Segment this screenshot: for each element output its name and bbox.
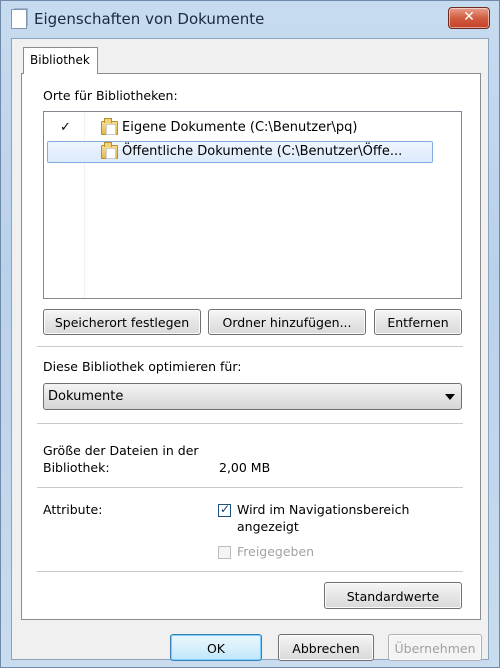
apply-button[interactable]: Übernehmen bbox=[388, 634, 482, 661]
add-folder-button[interactable]: Ordner hinzufügen... bbox=[208, 309, 366, 335]
divider bbox=[37, 487, 463, 489]
folder-icon bbox=[101, 142, 118, 159]
button-label: Übernehmen bbox=[394, 641, 476, 656]
list-item[interactable]: ✓ Eigene Dokumente (C:\Benutzer\pq) bbox=[47, 117, 433, 139]
chevron-down-icon bbox=[445, 394, 455, 400]
show-in-navigation-checkbox[interactable]: ✓ bbox=[218, 502, 231, 517]
optimize-label: Diese Bibliothek optimieren für: bbox=[43, 359, 242, 374]
button-label: Standardwerte bbox=[346, 589, 440, 604]
library-locations-label: Orte für Bibliotheken: bbox=[43, 88, 178, 103]
folder-icon bbox=[101, 118, 118, 135]
restore-defaults-button[interactable]: Standardwerte bbox=[324, 582, 462, 609]
optimize-for-dropdown[interactable]: Dokumente bbox=[43, 383, 462, 410]
dropdown-selected-value: Dokumente bbox=[48, 389, 124, 404]
tab-label: Bibliothek bbox=[30, 53, 90, 67]
shared-checkbox[interactable] bbox=[218, 546, 231, 559]
close-button[interactable]: ✕ bbox=[448, 7, 490, 29]
show-in-navigation-label-line1: Wird im Navigationsbereich bbox=[237, 502, 410, 517]
file-size-label-line2: Bibliothek: bbox=[43, 460, 110, 475]
cancel-button[interactable]: Abbrechen bbox=[278, 634, 374, 661]
button-label: Speicherort festlegen bbox=[54, 315, 190, 330]
button-label: OK bbox=[206, 641, 226, 656]
default-save-check-icon: ✓ bbox=[60, 120, 71, 135]
library-locations-list[interactable]: ✓ Eigene Dokumente (C:\Benutzer\pq) Öffe… bbox=[43, 111, 462, 299]
location-path: Eigene Dokumente (C:\Benutzer\pq) bbox=[122, 120, 358, 135]
set-save-location-button[interactable]: Speicherort festlegen bbox=[43, 309, 201, 335]
button-label: Ordner hinzufügen... bbox=[222, 315, 352, 330]
divider bbox=[37, 571, 463, 573]
button-label: Abbrechen bbox=[292, 641, 360, 656]
location-path: Öffentliche Dokumente (C:\Benutzer\Öffe.… bbox=[122, 144, 403, 159]
window-title: Eigenschaften von Dokumente bbox=[34, 10, 265, 28]
divider bbox=[37, 423, 463, 425]
tab-bibliothek[interactable]: Bibliothek bbox=[23, 47, 98, 74]
ok-button[interactable]: OK bbox=[170, 634, 262, 661]
checkmark-icon: ✓ bbox=[220, 502, 231, 516]
button-label: Entfernen bbox=[387, 315, 449, 330]
show-in-navigation-label-line2: angezeigt bbox=[237, 519, 299, 534]
shared-label: Freigegeben bbox=[237, 544, 315, 559]
list-column-divider bbox=[84, 112, 85, 298]
attributes-label: Attribute: bbox=[43, 502, 103, 517]
title-bar[interactable]: Eigenschaften von Dokumente ✕ bbox=[0, 0, 500, 38]
divider bbox=[37, 346, 463, 348]
remove-button[interactable]: Entfernen bbox=[374, 309, 462, 335]
list-item-selected[interactable]: Öffentliche Dokumente (C:\Benutzer\Öffe.… bbox=[47, 141, 433, 163]
file-size-label-line1: Größe der Dateien in der bbox=[43, 443, 199, 458]
file-size-value: 2,00 MB bbox=[219, 460, 271, 475]
document-library-icon bbox=[11, 9, 27, 29]
